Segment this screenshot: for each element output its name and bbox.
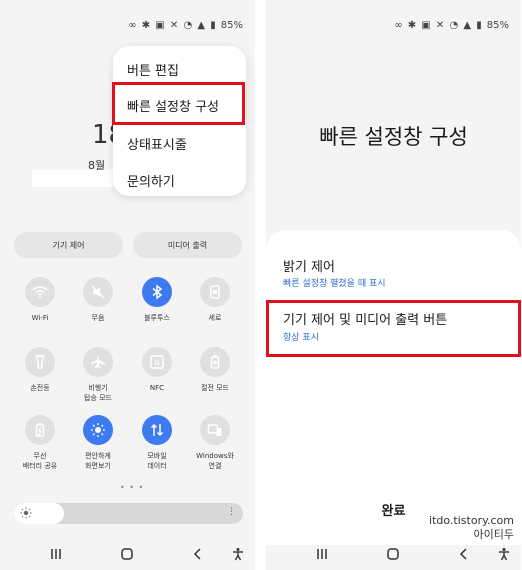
brightness-slider[interactable]: ⋮ xyxy=(14,503,243,524)
page-title: 빠른 설정창 구성 xyxy=(319,125,468,149)
highlight-frame-menu xyxy=(112,82,245,125)
status-bar: ∞ ✱ ▣ ✕ ◔ ▲ ▮ 85% xyxy=(394,20,509,31)
menu-item-edit-buttons[interactable]: 버튼 편집 xyxy=(127,60,179,79)
quick-tile[interactable]: N NFC xyxy=(129,347,185,393)
quick-tile[interactable]: 손전등 xyxy=(12,347,68,393)
airplane-icon xyxy=(83,347,113,377)
sun-icon xyxy=(20,507,32,519)
watermark: itdo.tistory.com 아이티두 xyxy=(429,514,514,542)
page-indicator: • • • xyxy=(120,483,145,492)
watermark-name: 아이티두 xyxy=(473,528,514,541)
quick-tile-label: Wi-Fi xyxy=(31,314,49,322)
watermark-url: itdo.tistory.com xyxy=(429,514,514,527)
svg-text:N: N xyxy=(154,359,159,367)
quick-tile-label: 무음 xyxy=(91,314,105,322)
mute-icon xyxy=(83,277,113,307)
device-control-button[interactable]: 기기 제어 xyxy=(14,232,123,258)
quick-tile[interactable]: 비행기 탑승 모드 xyxy=(70,347,126,403)
option-brightness-value: 빠른 설정창 펼쳤을 때 표시 xyxy=(283,279,386,289)
quick-tile-label: 편안하게 화면보기 xyxy=(85,452,111,470)
quick-tile[interactable]: 무선 배터리 공유 xyxy=(12,415,68,471)
quick-tile[interactable]: 모바일 데이터 xyxy=(129,415,185,471)
status-icons: ∞ ✱ ▣ ✕ ◔ ▲ ▮ xyxy=(128,20,217,31)
status-bar: ∞ ✱ ▣ ✕ ◔ ▲ ▮ 85% xyxy=(128,20,243,31)
option-brightness-title[interactable]: 밝기 제어 xyxy=(283,256,335,275)
redacted-bar xyxy=(32,170,116,187)
quick-tile-label: 비행기 탑승 모드 xyxy=(84,384,112,402)
power-saving-icon xyxy=(200,347,230,377)
quick-tile-label: NFC xyxy=(149,384,165,392)
link-windows-icon xyxy=(200,415,230,445)
recents-icon[interactable] xyxy=(312,545,332,563)
navigation-bar xyxy=(0,545,255,565)
more-options-icon[interactable]: ⋮ xyxy=(227,507,236,517)
home-icon[interactable] xyxy=(383,545,403,563)
menu-item-contact-us[interactable]: 문의하기 xyxy=(127,171,175,190)
highlight-frame-option xyxy=(266,300,521,357)
back-icon[interactable] xyxy=(454,545,474,563)
back-icon[interactable] xyxy=(188,545,208,563)
quick-tile[interactable]: 세로 xyxy=(187,277,243,323)
quick-tile-label: Windows와 연결 xyxy=(196,452,234,470)
status-icons: ∞ ✱ ▣ ✕ ◔ ▲ ▮ xyxy=(394,20,483,31)
quick-tile[interactable]: Wi-Fi xyxy=(12,277,68,323)
eye-comfort-icon xyxy=(83,415,113,445)
quick-tile[interactable]: 편안하게 화면보기 xyxy=(70,415,126,471)
portrait-icon xyxy=(200,277,230,307)
quick-tile-label: 무선 배터리 공유 xyxy=(22,452,58,470)
flashlight-icon xyxy=(25,347,55,377)
nfc-icon: N xyxy=(142,347,172,377)
navigation-bar xyxy=(266,545,521,565)
quick-tile[interactable]: 무음 xyxy=(70,277,126,323)
quick-tile-label: 절전 모드 xyxy=(201,384,229,392)
accessibility-icon[interactable] xyxy=(228,545,248,563)
quick-tile-label: 블루투스 xyxy=(144,314,170,322)
quick-tile[interactable]: 블루투스 xyxy=(129,277,185,323)
quick-panel-layout-screen: ∞ ✱ ▣ ✕ ◔ ▲ ▮ 85% 빠른 설정창 구성 밝기 제어 빠른 설정창… xyxy=(266,0,521,570)
accessibility-icon[interactable] xyxy=(494,545,514,563)
mobile-data-icon xyxy=(142,415,172,445)
media-output-button[interactable]: 미디어 출력 xyxy=(133,232,242,258)
quick-tile-label: 손전등 xyxy=(30,384,50,392)
options-card: 밝기 제어 빠른 설정창 펼쳤을 때 표시 기기 제어 및 미디어 출력 버튼 … xyxy=(266,230,521,545)
battery-level: 85% xyxy=(486,20,509,31)
home-icon[interactable] xyxy=(117,545,137,563)
battery-level: 85% xyxy=(220,20,243,31)
quick-tile-label: 모바일 데이터 xyxy=(147,452,167,470)
wifi-icon xyxy=(25,277,55,307)
quick-tile[interactable]: 절전 모드 xyxy=(187,347,243,393)
bluetooth-icon xyxy=(142,277,172,307)
quick-tile[interactable]: Windows와 연결 xyxy=(187,415,243,471)
menu-item-status-bar[interactable]: 상태표시줄 xyxy=(127,134,187,153)
recents-icon[interactable] xyxy=(46,545,66,563)
wireless-battery-icon xyxy=(25,415,55,445)
quick-tile-label: 세로 xyxy=(208,314,222,322)
